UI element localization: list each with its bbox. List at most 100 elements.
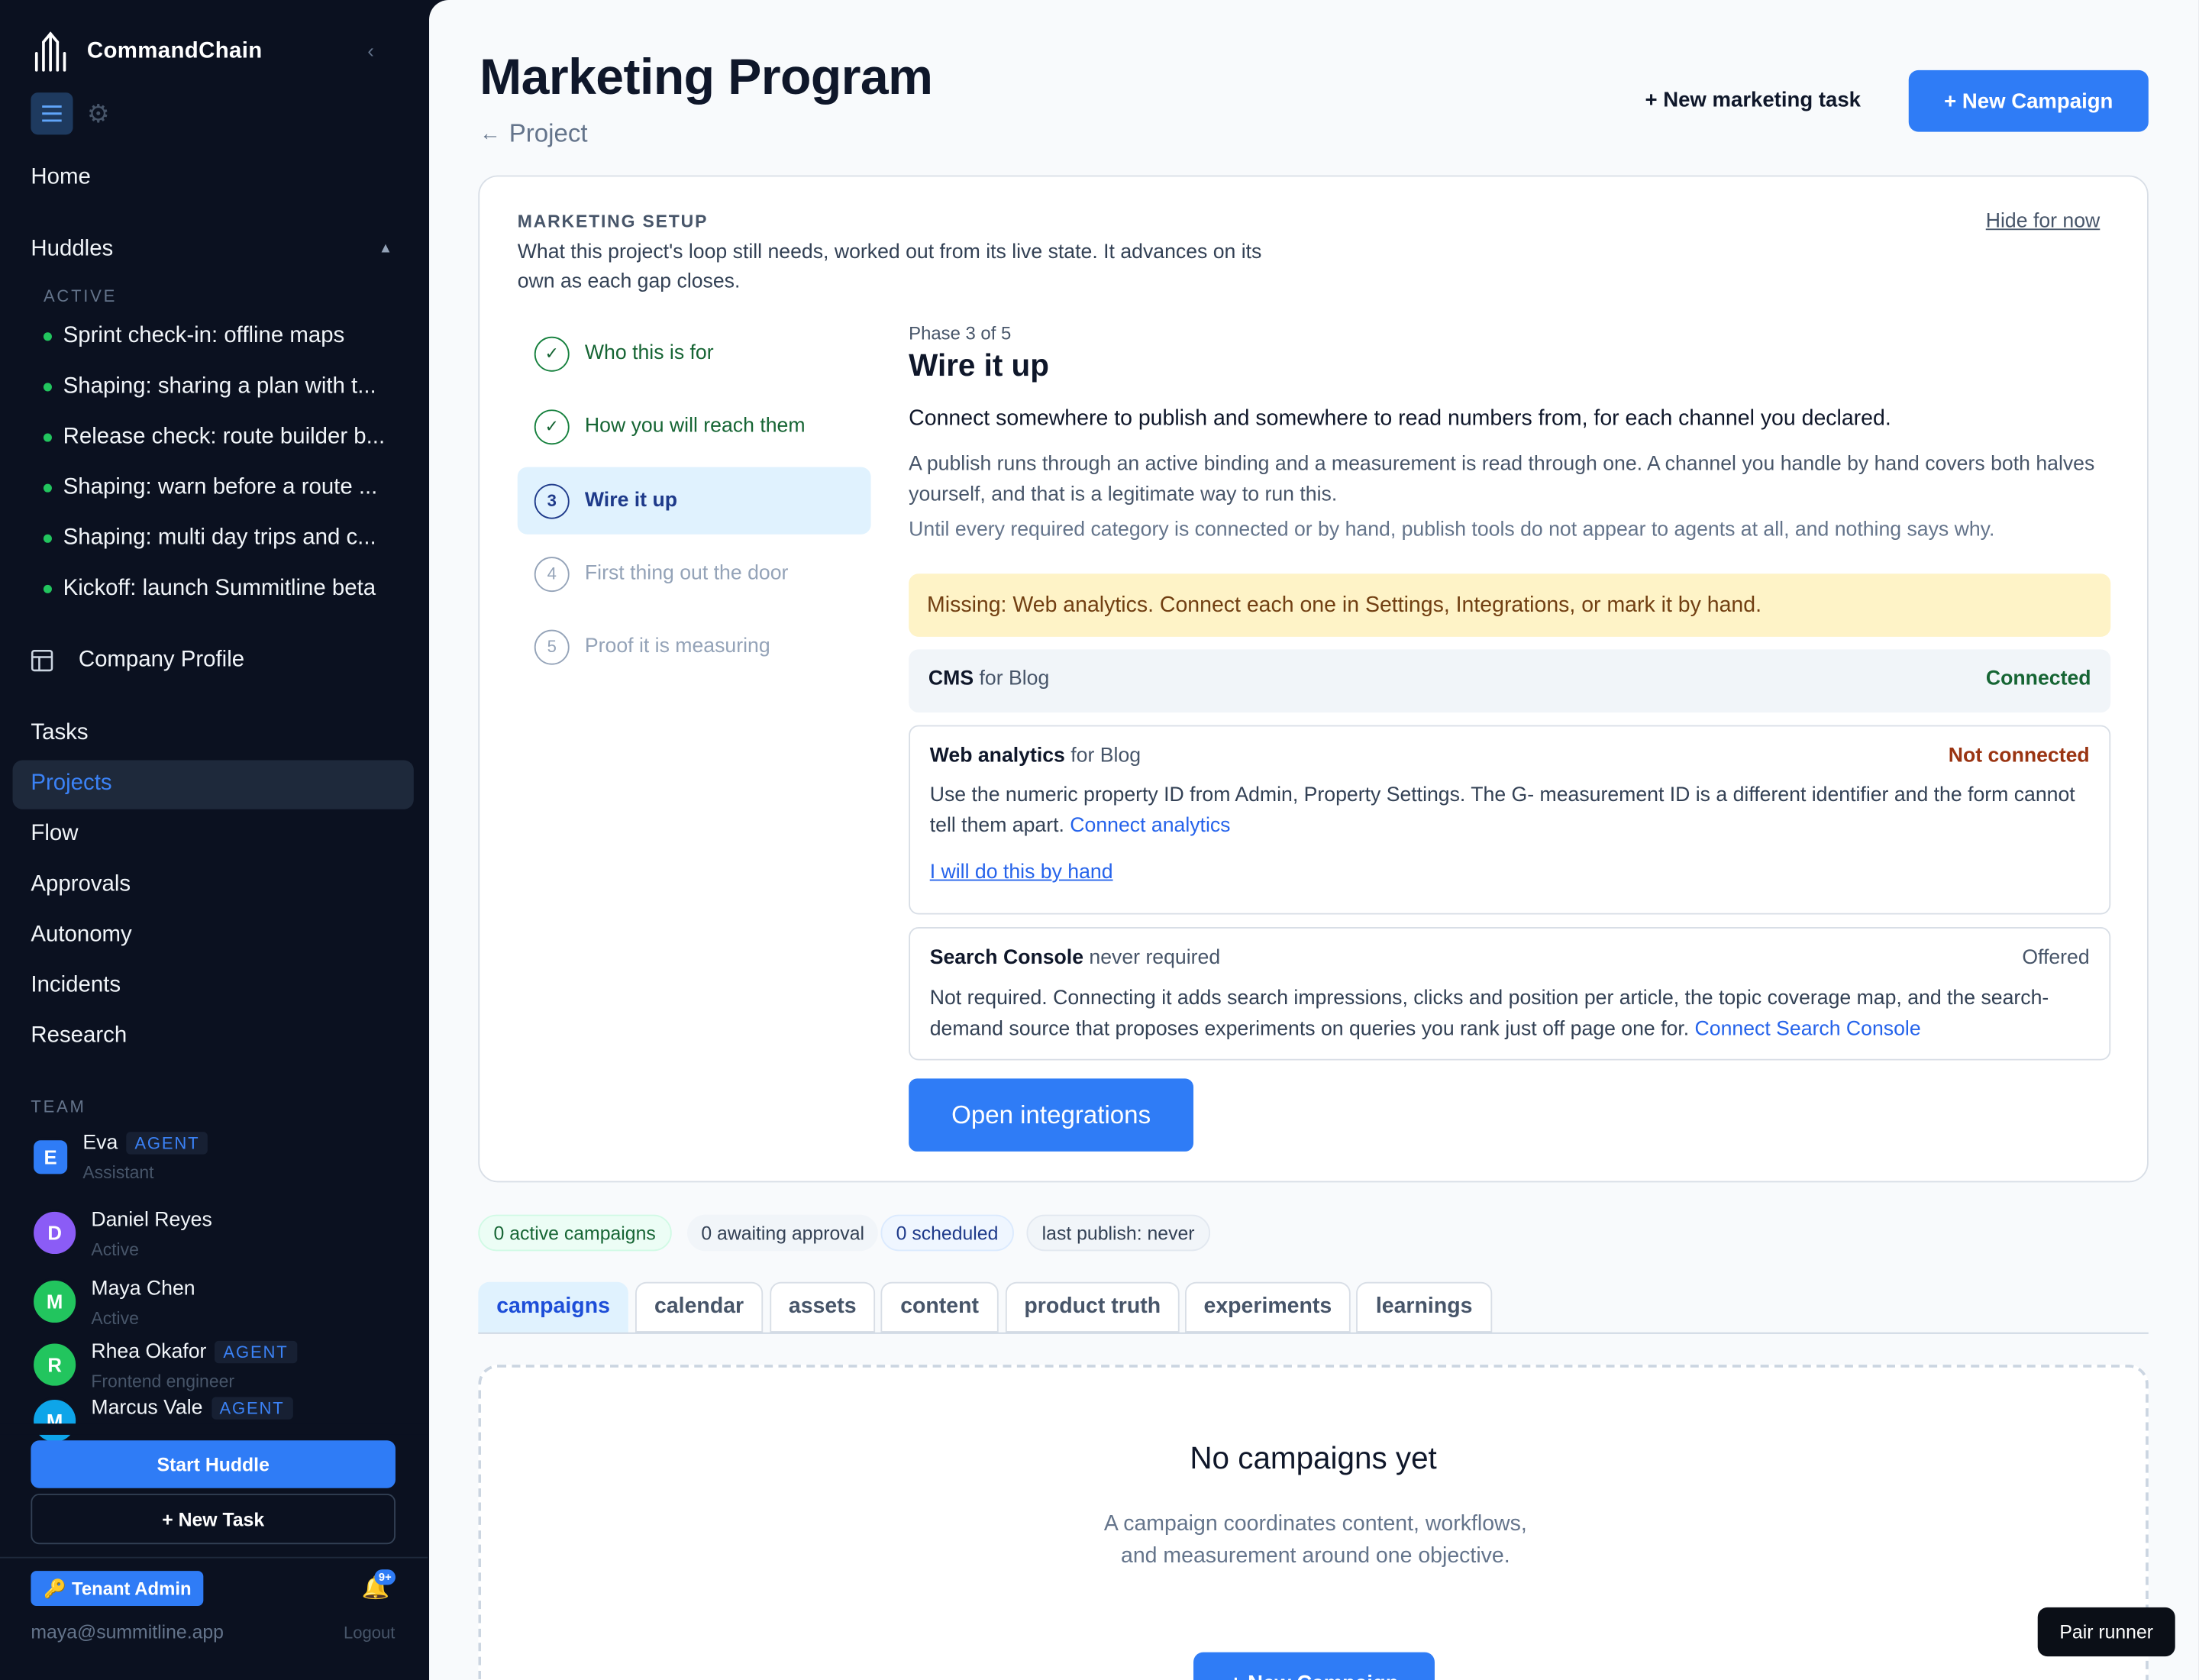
stat-scheduled: 0 scheduled xyxy=(880,1214,1014,1252)
hide-for-now-link[interactable]: Hide for now xyxy=(1986,211,2101,233)
step-label: Proof it is measuring xyxy=(584,635,770,658)
integration-context: never required xyxy=(1083,946,1221,970)
nav-research[interactable]: Research xyxy=(31,1024,127,1049)
huddle-item[interactable]: Sprint check-in: offline maps xyxy=(43,324,344,349)
stat-active-campaigns: 0 active campaigns xyxy=(478,1214,671,1252)
setup-description: What this project's loop still needs, wo… xyxy=(517,241,1262,293)
huddle-item[interactable]: Shaping: multi day trips and c... xyxy=(43,526,376,551)
tab-experiments[interactable]: experiments xyxy=(1185,1281,1351,1333)
step-proof-measuring[interactable]: 5 Proof it is measuring xyxy=(518,613,871,680)
integration-context: for Blog xyxy=(1064,745,1141,767)
member-name: Maya Chen xyxy=(91,1278,195,1300)
breadcrumb-project: Project xyxy=(509,119,588,147)
status-dot-icon xyxy=(43,483,52,493)
empty-state: No campaigns yet A campaign coordinates … xyxy=(478,1365,2149,1680)
collapse-sidebar-icon[interactable]: ‹ xyxy=(367,39,374,61)
nav-autonomy[interactable]: Autonomy xyxy=(31,923,131,948)
nav-flow[interactable]: Flow xyxy=(31,822,78,847)
integration-web-analytics: Web analytics for Blog Not connected Use… xyxy=(909,725,2111,915)
tab-content[interactable]: content xyxy=(880,1281,999,1333)
back-arrow-icon: ← xyxy=(480,121,501,147)
commandchain-logo-icon xyxy=(34,31,66,72)
member-role: Active xyxy=(91,1239,139,1260)
sidebar: CommandChain ‹ ⚙ Home Huddles ▲ ACTIVE S… xyxy=(0,0,428,1680)
phase-lead: Connect somewhere to publish and somewhe… xyxy=(909,406,1891,431)
new-task-button[interactable]: + New Task xyxy=(31,1494,396,1545)
start-huddle-button[interactable]: Start Huddle xyxy=(31,1440,396,1488)
tab-campaigns[interactable]: campaigns xyxy=(478,1281,628,1333)
team-list-clip xyxy=(0,1423,428,1435)
tenant-admin-badge[interactable]: 🔑 Tenant Admin xyxy=(31,1571,205,1607)
user-email: maya@summitline.app xyxy=(31,1621,224,1643)
tab-calendar[interactable]: calendar xyxy=(635,1281,764,1333)
new-campaign-button[interactable]: + New Campaign xyxy=(1908,69,2149,132)
status-dot-icon xyxy=(43,584,52,593)
phase-label: Phase 3 of 5 xyxy=(909,322,1012,344)
status-badge: Not connected xyxy=(1948,745,2090,767)
new-marketing-task-button[interactable]: + New marketing task xyxy=(1645,89,1861,112)
empty-description: A campaign coordinates content, workflow… xyxy=(1103,1511,1527,1569)
step-who-this-is-for[interactable]: ✓ Who this is for xyxy=(518,320,871,387)
tab-learnings[interactable]: learnings xyxy=(1356,1281,1493,1333)
step-number: 3 xyxy=(534,483,570,519)
nav-incidents[interactable]: Incidents xyxy=(31,974,121,999)
step-number: 4 xyxy=(534,556,570,592)
step-label: Who this is for xyxy=(584,342,714,365)
nav-home[interactable]: Home xyxy=(31,166,90,191)
avatar: R xyxy=(31,1340,79,1389)
connect-search-console-link[interactable]: Connect Search Console xyxy=(1695,1018,1921,1040)
do-by-hand-link[interactable]: I will do this by hand xyxy=(930,861,1113,884)
team-label: TEAM xyxy=(31,1097,86,1117)
huddles-heading[interactable]: Huddles xyxy=(31,237,113,262)
nav-company-profile[interactable]: Company Profile xyxy=(31,648,244,674)
nav-tasks[interactable]: Tasks xyxy=(31,721,88,746)
huddle-item[interactable]: Release check: route builder b... xyxy=(43,425,385,451)
logout-link[interactable]: Logout xyxy=(344,1623,395,1643)
integration-name: CMS xyxy=(928,667,974,690)
connect-analytics-link[interactable]: Connect analytics xyxy=(1070,814,1230,836)
page-title: Marketing Program xyxy=(480,47,933,105)
nav-approvals[interactable]: Approvals xyxy=(31,872,131,897)
check-icon: ✓ xyxy=(534,335,570,371)
breadcrumb[interactable]: ← Project xyxy=(480,119,587,149)
member-name: Rhea Okafor xyxy=(91,1340,207,1364)
main-content: Marketing Program ← Project + New market… xyxy=(429,0,2199,1680)
step-how-you-will-reach-them[interactable]: ✓ How you will reach them xyxy=(518,393,871,460)
step-wire-it-up[interactable]: 3 Wire it up xyxy=(517,467,871,535)
status-dot-icon xyxy=(43,433,52,442)
integration-search-console: Search Console never required Offered No… xyxy=(909,927,2111,1061)
agent-badge: AGENT xyxy=(215,1340,297,1364)
member-name: Daniel Reyes xyxy=(91,1209,212,1232)
tab-product-truth[interactable]: product truth xyxy=(1005,1281,1180,1333)
brand[interactable]: CommandChain xyxy=(31,31,262,73)
agent-badge: AGENT xyxy=(126,1132,208,1155)
integration-name: Web analytics xyxy=(929,745,1065,767)
avatar: D xyxy=(31,1209,79,1257)
empty-title: No campaigns yet xyxy=(1190,1440,1437,1476)
step-first-thing-out[interactable]: 4 First thing out the door xyxy=(518,540,871,607)
notification-count-badge: 9+ xyxy=(374,1569,396,1585)
integration-context: for Blog xyxy=(974,667,1050,690)
status-badge: Offered xyxy=(2022,946,2090,970)
status-dot-icon xyxy=(43,383,52,392)
integration-name: Search Console xyxy=(929,946,1084,970)
app-name: CommandChain xyxy=(86,39,263,63)
check-icon: ✓ xyxy=(534,409,570,444)
tab-underline xyxy=(478,1332,2149,1334)
open-integrations-button[interactable]: Open integrations xyxy=(909,1078,1194,1152)
nav-projects[interactable]: Projects xyxy=(31,771,111,796)
menu-icon[interactable] xyxy=(31,92,73,135)
huddle-item[interactable]: Shaping: sharing a plan with t... xyxy=(43,374,376,399)
caret-up-icon[interactable]: ▲ xyxy=(379,241,392,257)
pair-runner-button[interactable]: Pair runner xyxy=(2037,1607,2175,1657)
setup-kicker: MARKETING SETUP xyxy=(517,212,709,232)
agent-badge: AGENT xyxy=(211,1397,293,1420)
status-badge: Connected xyxy=(1985,667,2091,690)
missing-warning: Missing: Web analytics. Connect each one… xyxy=(909,573,2111,637)
integration-cms: CMS for Blog Connected xyxy=(909,649,2111,713)
empty-new-campaign-button[interactable]: + New Campaign xyxy=(1193,1652,1435,1680)
gear-icon[interactable]: ⚙ xyxy=(87,99,110,129)
huddle-item[interactable]: Kickoff: launch Summitline beta xyxy=(43,577,376,602)
tab-assets[interactable]: assets xyxy=(770,1281,876,1333)
huddle-item[interactable]: Shaping: warn before a route ... xyxy=(43,476,377,501)
